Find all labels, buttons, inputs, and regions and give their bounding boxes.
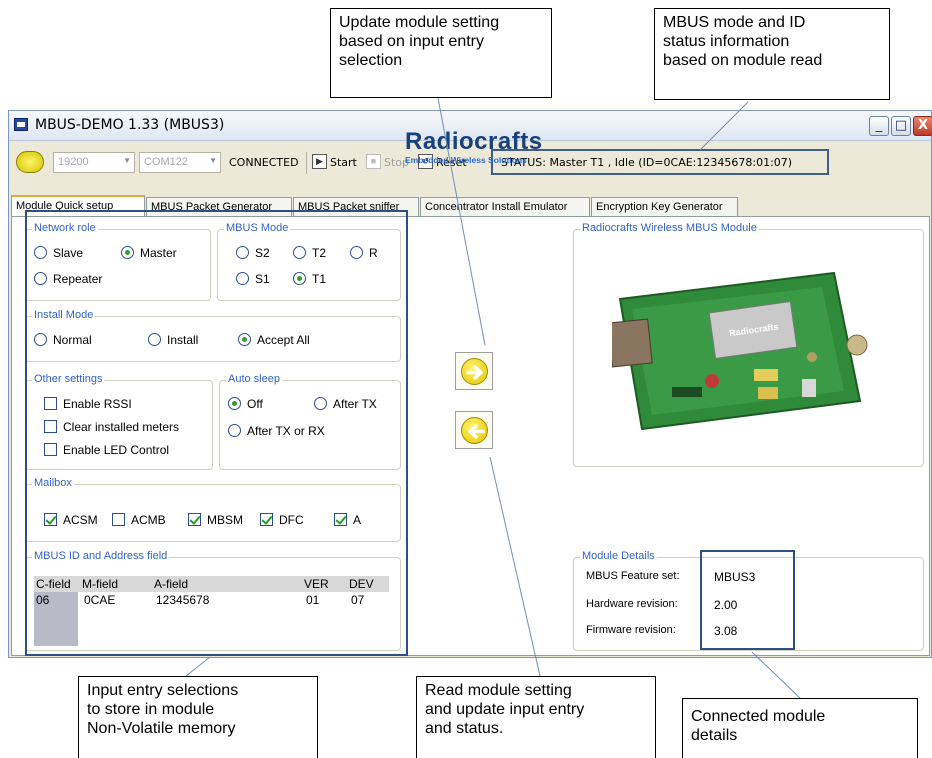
arrow-left-icon bbox=[461, 417, 488, 444]
chevron-down-icon: ▼ bbox=[209, 156, 217, 165]
callout-line: and update input entry bbox=[425, 701, 585, 718]
callout-input-entry: Input entry selections to store in modul… bbox=[78, 676, 318, 758]
tab-encryption-key-generator[interactable]: Encryption Key Generator bbox=[591, 197, 738, 216]
callout-update-setting: Update module setting based on input ent… bbox=[330, 8, 552, 98]
callout-line: based on input entry bbox=[339, 33, 484, 50]
input-entry-highlight bbox=[25, 210, 408, 656]
baud-rate-select[interactable]: 19200 ▼ bbox=[53, 152, 135, 173]
baud-rate-value: 19200 bbox=[58, 156, 89, 168]
module-details-highlight bbox=[700, 550, 795, 650]
start-icon[interactable]: ▶ bbox=[312, 154, 327, 169]
callout-line: details bbox=[691, 727, 738, 744]
minimize-button[interactable]: _ bbox=[869, 116, 889, 136]
feature-set-label: MBUS Feature set: bbox=[586, 570, 680, 582]
chevron-down-icon: ▼ bbox=[123, 156, 131, 165]
callout-connected-details: Connected module details bbox=[682, 698, 918, 758]
callout-line: MBUS mode and ID bbox=[663, 14, 806, 31]
callout-read-setting: Read module setting and update input ent… bbox=[416, 676, 656, 758]
start-button[interactable]: Start bbox=[330, 156, 357, 169]
callout-line: Non-Volatile memory bbox=[87, 720, 236, 737]
logo-name: Radiocrafts bbox=[405, 128, 543, 155]
callout-mbus-status: MBUS mode and ID status information base… bbox=[654, 8, 890, 100]
connection-status: CONNECTED bbox=[229, 156, 299, 169]
callout-line: status information bbox=[663, 33, 790, 50]
arrow-right-icon bbox=[461, 358, 488, 385]
connection-led-icon bbox=[16, 151, 44, 173]
callout-line: and status. bbox=[425, 720, 504, 737]
callout-line: Read module setting bbox=[425, 682, 572, 699]
callout-line: to store in module bbox=[87, 701, 215, 718]
write-settings-button[interactable] bbox=[455, 352, 493, 390]
module-image-legend: Radiocrafts Wireless MBUS Module bbox=[580, 222, 759, 234]
maximize-button[interactable]: □ bbox=[891, 116, 911, 136]
stop-icon: ■ bbox=[366, 154, 381, 169]
window-title: MBUS-DEMO 1.33 (MBUS3) bbox=[35, 117, 225, 133]
callout-line: Update module setting bbox=[339, 14, 500, 31]
radiocrafts-logo: Radiocrafts Embedded Wireless Solutions bbox=[405, 128, 555, 165]
callout-line: selection bbox=[339, 52, 403, 69]
app-icon bbox=[14, 118, 28, 131]
com-port-select[interactable]: COM122 ▼ bbox=[139, 152, 221, 173]
tab-concentrator-install-emulator[interactable]: Concentrator Install Emulator bbox=[420, 197, 590, 216]
firmware-revision-label: Firmware revision: bbox=[586, 624, 676, 636]
read-settings-button[interactable] bbox=[455, 411, 493, 449]
module-board-image: Radiocrafts bbox=[607, 269, 872, 434]
logo-tagline: Embedded Wireless Solutions bbox=[405, 155, 527, 165]
hardware-revision-label: Hardware revision: bbox=[586, 598, 678, 610]
close-button[interactable]: X bbox=[913, 116, 932, 136]
callout-line: Connected module bbox=[691, 708, 826, 725]
callout-line: based on module read bbox=[663, 52, 823, 69]
com-port-value: COM122 bbox=[144, 156, 189, 168]
callout-line: Input entry selections bbox=[87, 682, 239, 699]
module-details-legend: Module Details bbox=[580, 550, 657, 562]
toolbar-separator bbox=[306, 152, 307, 174]
